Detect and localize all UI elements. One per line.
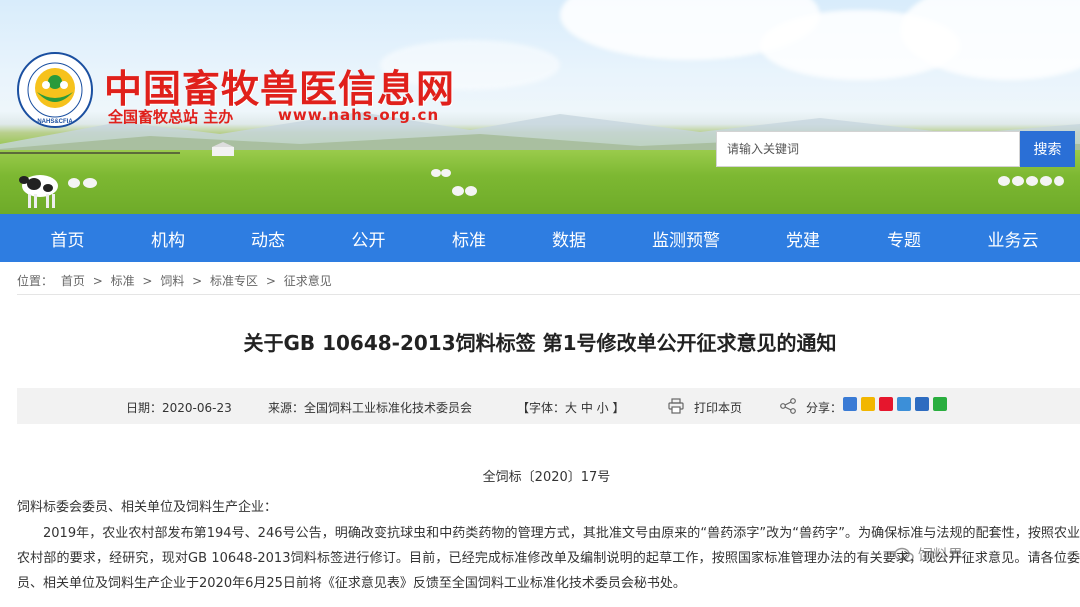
share-buttons (843, 397, 947, 411)
print-icon[interactable] (668, 398, 684, 414)
breadcrumb-item[interactable]: 首页 (61, 274, 85, 288)
breadcrumb-item[interactable]: 标准 (111, 274, 135, 288)
breadcrumb-separator: > (265, 274, 276, 288)
header-banner: NAHS&CFIA 中国畜牧兽医信息网 全国畜牧总站 主办 www.nahs.o… (0, 0, 1080, 214)
article-meta-bar: 日期：2020-06-23 来源：全国饲料工业标准化技术委员会 【字体：大 中 … (17, 388, 1080, 424)
share-tencent-icon[interactable] (897, 397, 911, 411)
nav-item-data[interactable]: 数据 (536, 214, 602, 262)
cow-image (19, 175, 58, 208)
breadcrumb-item[interactable]: 饲料 (160, 274, 184, 288)
share-label: 分享： (806, 401, 843, 415)
nav-item-standards[interactable]: 标准 (402, 214, 536, 262)
nav-item-news[interactable]: 动态 (201, 214, 335, 262)
share-more-icon[interactable] (843, 397, 857, 411)
site-subtitle: 全国畜牧总站 主办 (108, 108, 234, 126)
main-nav: 首页 机构 动态 公开 标准 数据 监测预警 党建 专题 业务云 (0, 214, 1080, 262)
sheep-image (431, 169, 451, 177)
share-wechat-icon[interactable] (933, 397, 947, 411)
share-icon (780, 398, 796, 414)
publish-date: 日期：2020-06-23 (126, 401, 232, 415)
watermark: 饲料界 (894, 544, 963, 565)
nav-item-party[interactable]: 党建 (770, 214, 836, 262)
document-number: 全饲标〔2020〕17号 (482, 470, 611, 485)
logo-text: NAHS&CFIA (37, 119, 73, 125)
search-button[interactable]: 搜索 (1020, 131, 1075, 167)
share-weibo-icon[interactable] (879, 397, 893, 411)
nav-item-cloud[interactable]: 业务云 (972, 214, 1054, 262)
search-input[interactable] (717, 132, 1019, 166)
search-box (716, 131, 1020, 167)
nav-item-public[interactable]: 公开 (335, 214, 402, 262)
article-source: 来源：全国饲料工业标准化技术委员会 (268, 401, 473, 415)
print-button[interactable]: 打印本页 (694, 399, 742, 416)
fence (0, 152, 180, 158)
font-size-switcher[interactable]: 【字体：大 中 小 】 (517, 399, 624, 416)
breadcrumb-item[interactable]: 征求意见 (284, 274, 332, 288)
salutation: 饲料标委会委员、相关单位及饲料生产企业： (17, 500, 278, 515)
site-url: www.nahs.org.cn (278, 106, 440, 124)
breadcrumb-label: 位置： (17, 274, 54, 288)
wechat-icon (894, 547, 914, 562)
sheep-image (998, 176, 1064, 186)
share-qzone-icon[interactable] (861, 397, 875, 411)
site-title: 中国畜牧兽医信息网 (104, 66, 456, 111)
breadcrumb-separator: > (142, 274, 153, 288)
breadcrumb-separator: > (92, 274, 103, 288)
site-logo: NAHS&CFIA (17, 52, 93, 128)
breadcrumb: 位置： 首页 > 标准 > 饲料 > 标准专区 > 征求意见 (17, 272, 336, 289)
watermark-text: 饲料界 (918, 546, 964, 564)
sheep-image (452, 186, 477, 196)
nav-item-topics[interactable]: 专题 (836, 214, 972, 262)
breadcrumb-item[interactable]: 标准专区 (210, 274, 258, 288)
breadcrumb-separator: > (192, 274, 203, 288)
nav-item-home[interactable]: 首页 (0, 214, 135, 262)
nav-item-institutions[interactable]: 机构 (135, 214, 201, 262)
sheep-image (68, 178, 97, 188)
nav-item-monitoring[interactable]: 监测预警 (602, 214, 770, 262)
share-renren-icon[interactable] (915, 397, 929, 411)
divider (17, 294, 1080, 295)
yurt-image (212, 142, 234, 156)
article-title: 关于GB 10648-2013饲料标签 第1号修改单公开征求意见的通知 (243, 331, 837, 355)
